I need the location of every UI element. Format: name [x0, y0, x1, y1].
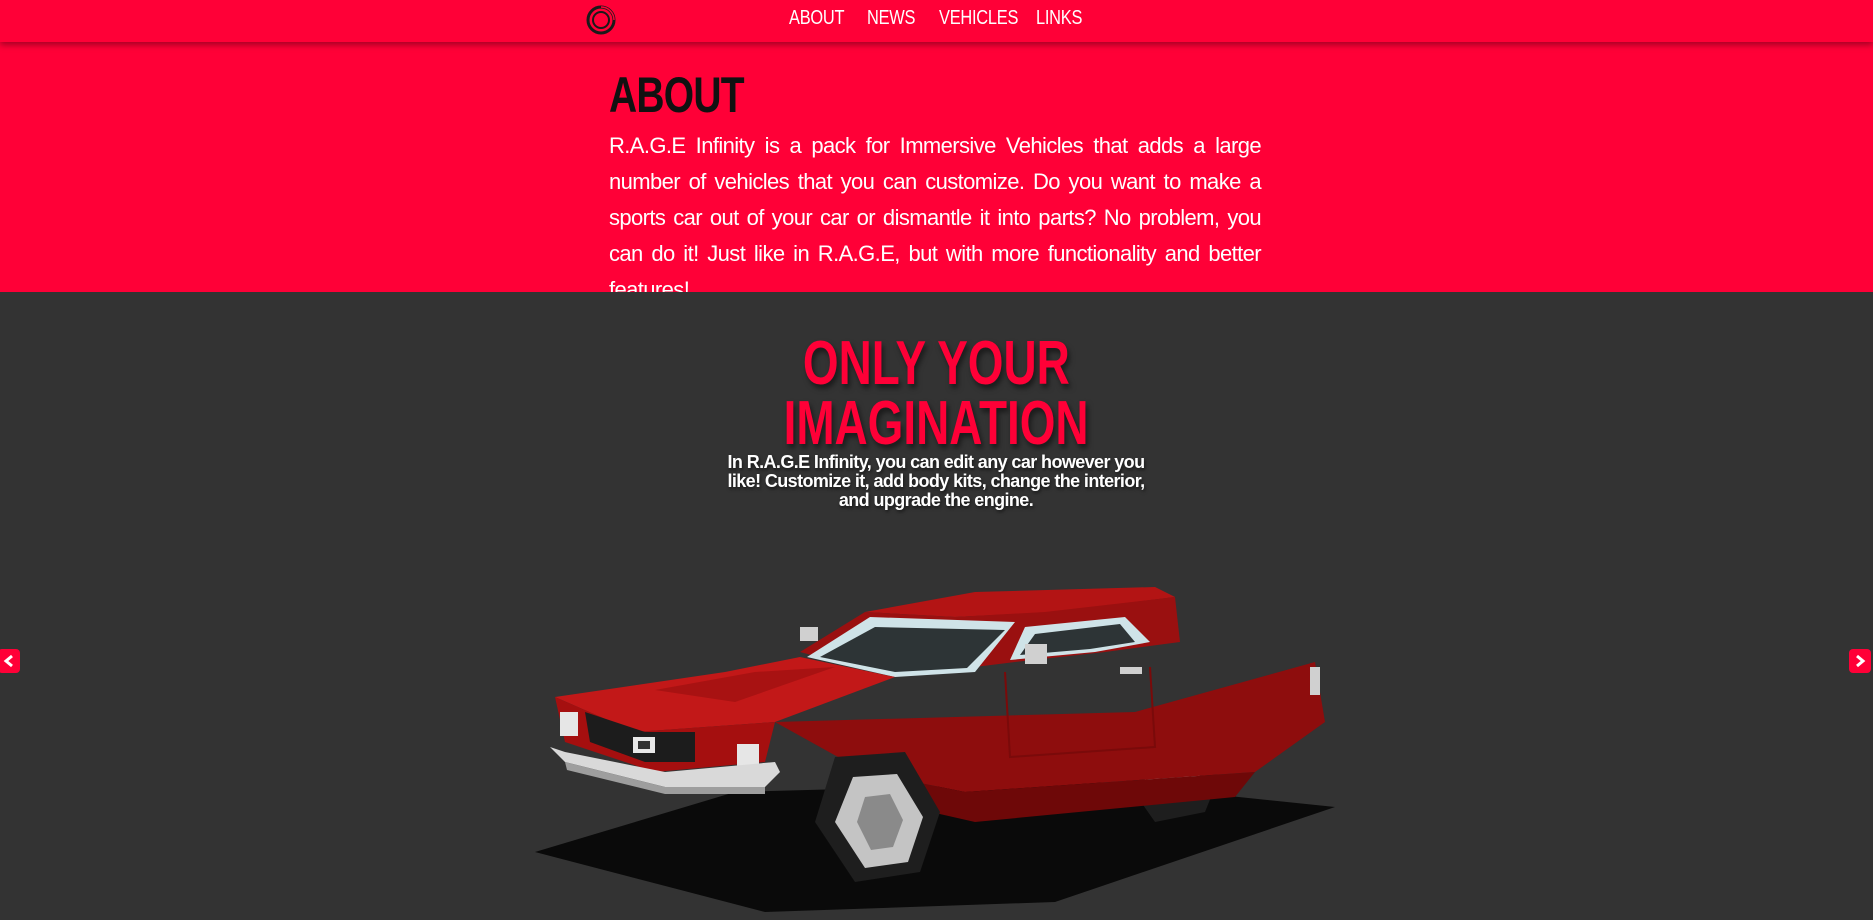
red-blocky-muscle-car	[535, 587, 1335, 912]
nav-link-news[interactable]: NEWS	[867, 7, 915, 30]
headline-line-2: IMAGINATION	[784, 389, 1089, 458]
carousel-prev-button[interactable]	[0, 649, 20, 673]
chevron-left-icon	[3, 654, 13, 668]
headline-line-1: ONLY YOUR	[803, 329, 1070, 398]
showcase-headline: ONLY YOUR IMAGINATION	[0, 329, 1873, 458]
chevron-right-icon	[1856, 654, 1866, 668]
nav-link-links[interactable]: LINKS	[1036, 7, 1082, 30]
about-section: ABOUT R.A.G.E Infinity is a pack for Imm…	[0, 42, 1873, 302]
carousel-next-button[interactable]	[1849, 649, 1871, 673]
showcase-section: ONLY YOUR IMAGINATION In R.A.G.E Infinit…	[0, 292, 1873, 920]
rage-logo-icon[interactable]	[586, 5, 616, 35]
about-description: R.A.G.E Infinity is a pack for Immersive…	[609, 133, 1262, 302]
nav-link-vehicles[interactable]: VEHICLES	[939, 7, 1018, 30]
nav-link-about[interactable]: ABOUT	[789, 7, 845, 30]
about-title: ABOUT	[609, 67, 745, 123]
top-navbar: ABOUT NEWS VEHICLES LINKS	[0, 0, 1873, 42]
showcase-subtext: In R.A.G.E Infinity, you can edit any ca…	[727, 452, 1145, 510]
